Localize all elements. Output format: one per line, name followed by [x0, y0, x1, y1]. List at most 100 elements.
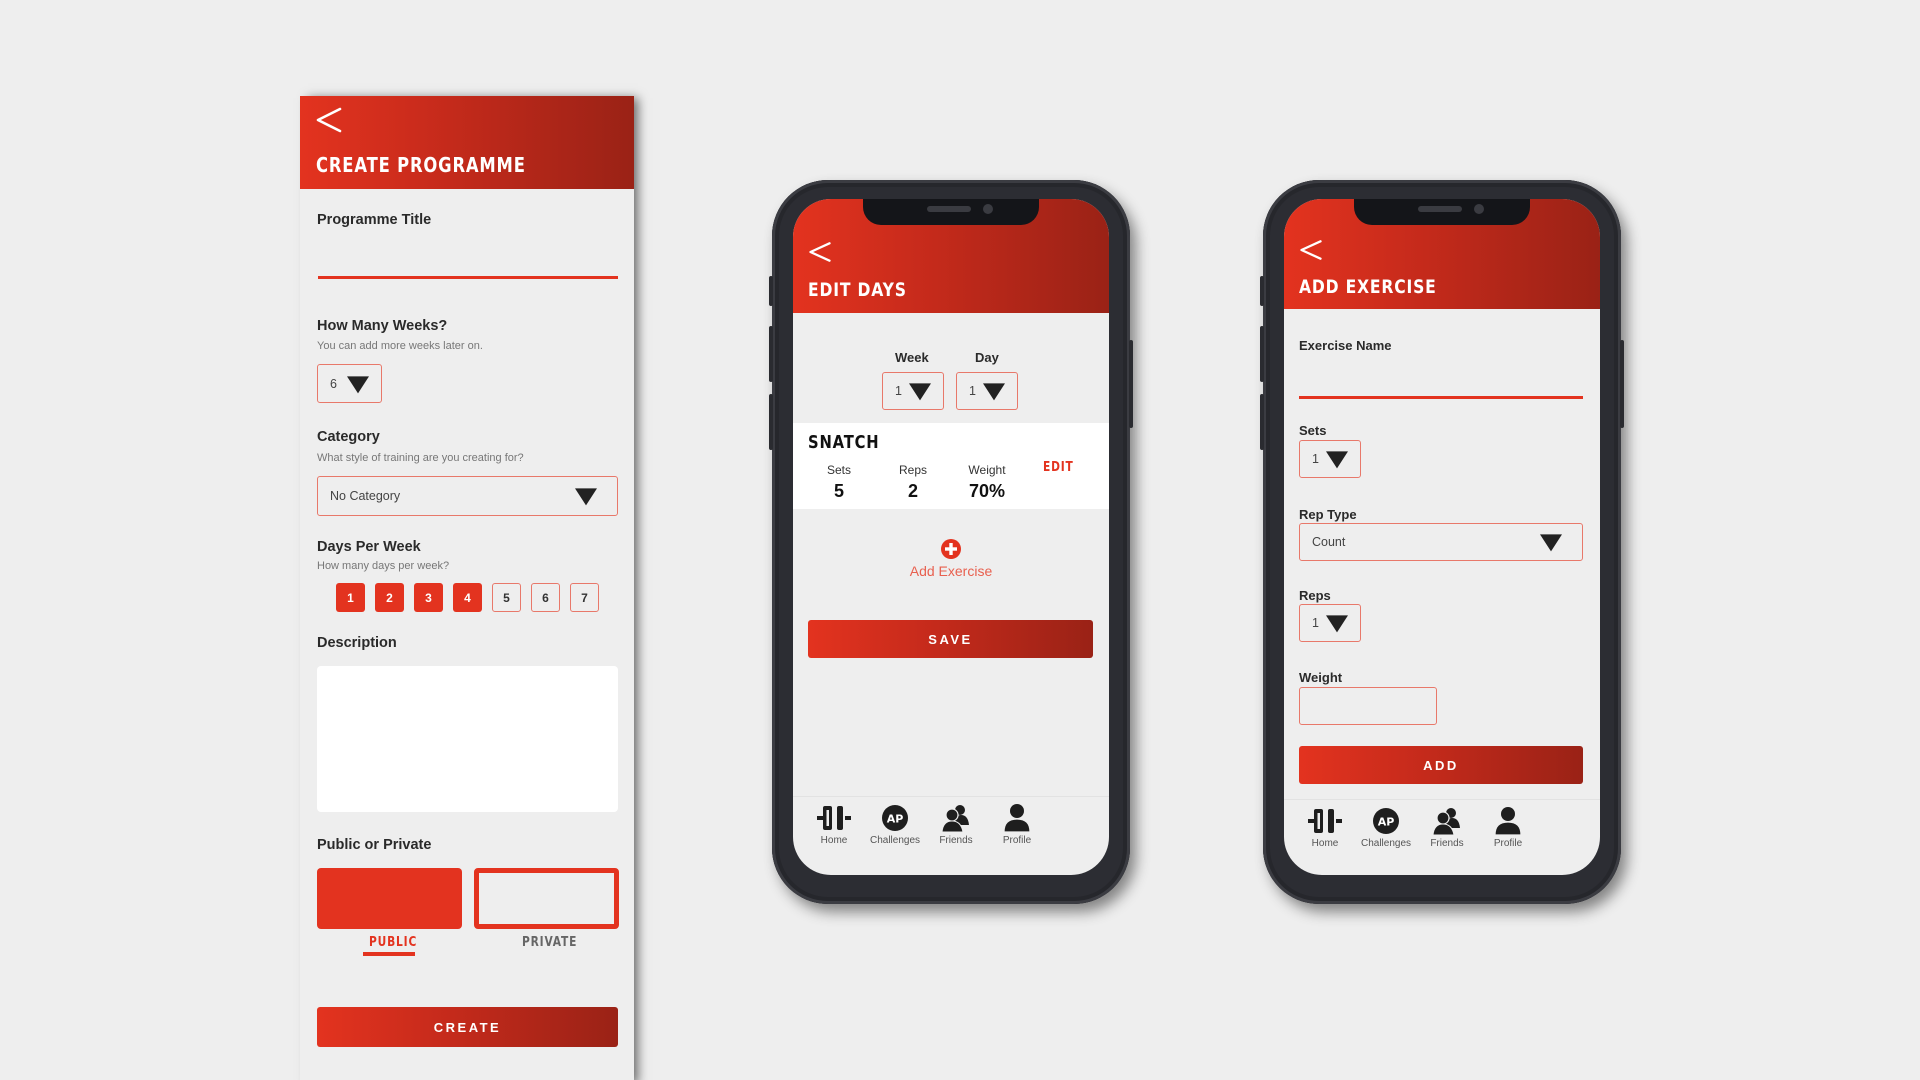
rep-type-dropdown[interactable]: Count: [1299, 523, 1583, 561]
page-title: EDIT DAYS: [808, 279, 907, 301]
page-title: ADD EXERCISE: [1299, 276, 1437, 298]
create-programme-screen: CREATE PROGRAMME Programme Title How Man…: [300, 96, 634, 1080]
profile-icon: [1000, 803, 1034, 833]
sets-value: 1: [1312, 452, 1319, 466]
programme-title-input[interactable]: [318, 276, 618, 279]
svg-text:AP: AP: [887, 813, 904, 826]
sets-label: Sets: [1299, 423, 1327, 438]
day-option-5[interactable]: 5: [492, 583, 521, 612]
back-button[interactable]: [1298, 237, 1324, 263]
ap-badge-icon: AP: [878, 803, 912, 833]
day-label: Day: [975, 350, 999, 365]
day-option-4[interactable]: 4: [453, 583, 482, 612]
tab-bar: Home AP Challenges Friends Profile: [793, 796, 1109, 858]
days-per-week-label: Days Per Week: [317, 539, 421, 555]
notch: [863, 199, 1039, 225]
volume-down-button: [1260, 394, 1264, 450]
friends-icon: [1430, 806, 1464, 836]
sets-header: Sets: [826, 463, 851, 477]
create-button[interactable]: CREATE: [317, 1007, 618, 1047]
day-value: 1: [969, 384, 976, 398]
chevron-left-icon: [1300, 240, 1322, 260]
week-label: Week: [895, 350, 929, 365]
exercise-name-label: Exercise Name: [1299, 338, 1392, 353]
reps-label: Reps: [1299, 588, 1331, 603]
visibility-label: Public or Private: [317, 837, 432, 853]
private-option[interactable]: [474, 868, 619, 929]
description-textarea[interactable]: [317, 666, 618, 812]
exercise-name: SNATCH: [808, 432, 880, 453]
phone-add-exercise: ADD EXERCISE Exercise Name Sets 1 Rep Ty…: [1260, 180, 1624, 904]
back-button[interactable]: [807, 239, 833, 265]
day-option-2[interactable]: 2: [375, 583, 404, 612]
weight-value: 70%: [968, 481, 1006, 501]
back-button[interactable]: [314, 105, 344, 135]
weight-input[interactable]: [1299, 687, 1437, 725]
reps-dropdown[interactable]: 1: [1299, 604, 1361, 642]
edit-exercise-button[interactable]: EDIT: [1043, 460, 1074, 475]
rep-type-value: Count: [1312, 535, 1346, 549]
profile-icon: [1491, 806, 1525, 836]
week-dropdown[interactable]: 1: [882, 372, 944, 410]
add-exercise-screen: ADD EXERCISE Exercise Name Sets 1 Rep Ty…: [1284, 199, 1600, 875]
weeks-hint: You can add more weeks later on.: [317, 340, 483, 352]
description-label: Description: [317, 635, 397, 651]
category-hint: What style of training are you creating …: [317, 452, 524, 464]
dropdown-arrow-icon: [983, 383, 1005, 401]
tab-profile[interactable]: Profile: [1471, 806, 1545, 849]
exercise-name-input[interactable]: [1299, 396, 1583, 399]
chevron-left-icon: [316, 107, 342, 133]
barbell-icon: [817, 803, 851, 833]
day-option-1[interactable]: 1: [336, 583, 365, 612]
tab-label: Profile: [1002, 835, 1032, 846]
category-dropdown[interactable]: No Category: [317, 476, 618, 516]
day-option-7[interactable]: 7: [570, 583, 599, 612]
reps-header: Reps: [898, 463, 927, 477]
dropdown-arrow-icon: [347, 375, 369, 393]
days-per-week-hint: How many days per week?: [317, 560, 450, 572]
plus-circle-icon: [941, 539, 961, 559]
sets-value: 5: [833, 481, 844, 501]
dropdown-arrow-icon: [909, 383, 931, 401]
weeks-dropdown[interactable]: 6: [317, 364, 382, 403]
page-title: CREATE PROGRAMME: [316, 153, 526, 177]
public-label: PUBLIC: [369, 935, 418, 950]
mute-switch: [769, 276, 773, 306]
category-value: No Category: [330, 489, 401, 503]
phone-edit-days: EDIT DAYS Week Day 1 1 SNATCH EDIT Sets …: [769, 180, 1133, 904]
selected-underline: [363, 952, 415, 956]
barbell-icon: [1308, 806, 1342, 836]
add-exercise-button[interactable]: Add Exercise: [891, 539, 1011, 579]
dropdown-arrow-icon: [575, 488, 597, 506]
programme-title-label: Programme Title: [317, 212, 432, 228]
power-button: [1620, 340, 1624, 428]
weight-header: Weight: [968, 463, 1006, 477]
sets-dropdown[interactable]: 1: [1299, 440, 1361, 478]
power-button: [1129, 340, 1133, 428]
reps-value: 1: [1312, 616, 1319, 630]
volume-up-button: [769, 326, 773, 382]
add-button[interactable]: ADD: [1299, 746, 1583, 784]
chevron-left-icon: [809, 242, 831, 262]
weeks-value: 6: [330, 376, 337, 391]
save-button[interactable]: SAVE: [808, 620, 1093, 658]
day-option-6[interactable]: 6: [531, 583, 560, 612]
tab-profile[interactable]: Profile: [980, 803, 1054, 846]
day-option-3[interactable]: 3: [414, 583, 443, 612]
week-value: 1: [895, 384, 902, 398]
svg-text:AP: AP: [1378, 816, 1395, 829]
exercise-card: SNATCH EDIT Sets Reps Weight 5 2 70%: [793, 423, 1109, 509]
day-dropdown[interactable]: 1: [956, 372, 1018, 410]
weeks-label: How Many Weeks?: [317, 318, 448, 334]
tab-bar: Home AP Challenges Friends Profile: [1284, 799, 1600, 861]
volume-up-button: [1260, 326, 1264, 382]
reps-value: 2: [907, 481, 918, 501]
dropdown-arrow-icon: [1326, 615, 1348, 633]
dropdown-arrow-icon: [1326, 451, 1348, 469]
tab-label: Profile: [1493, 838, 1523, 849]
public-option[interactable]: [317, 868, 462, 929]
private-label: PRIVATE: [522, 935, 578, 950]
dropdown-arrow-icon: [1540, 534, 1562, 552]
friends-icon: [939, 803, 973, 833]
ap-badge-icon: AP: [1369, 806, 1403, 836]
